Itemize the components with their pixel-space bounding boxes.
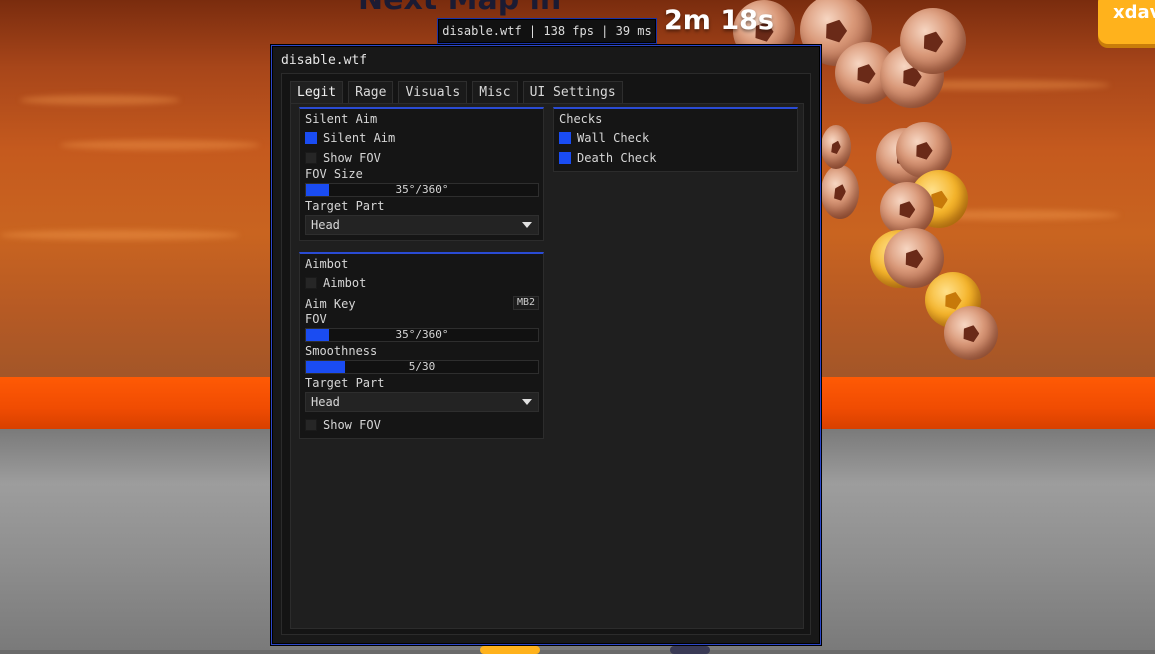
section-silent-aim: Silent Aim Silent Aim Show FOV FOV Size … [299,107,544,241]
target-part-dropdown[interactable]: Head [305,215,539,235]
menu-window[interactable]: disable.wtf Legit Rage Visuals Misc UI S… [271,45,821,645]
silent-aim-toggle[interactable]: Silent Aim [305,131,395,145]
dropdown-value: Head [311,218,340,232]
checkbox-unchecked[interactable] [305,152,317,164]
menu-body: Legit Rage Visuals Misc UI Settings Sile… [281,73,811,635]
tab-legit[interactable]: Legit [290,81,344,103]
show-fov-toggle[interactable]: Show FOV [305,418,381,432]
slider-value: 5/30 [408,360,436,373]
checkbox-checked[interactable] [559,132,571,144]
fov-slider[interactable]: 35°/360° [305,328,539,342]
target-part-label: Target Part [305,376,385,390]
aim-key-label: Aim Key [305,297,356,311]
tab-ui-settings[interactable]: UI Settings [522,81,623,103]
tab-bar: Legit Rage Visuals Misc UI Settings [290,81,628,103]
aim-key-bind[interactable]: MB2 [512,296,539,310]
watermark-bar: disable.wtf | 138 fps | 39 ms [437,18,657,44]
checkbox-label: Silent Aim [323,131,396,145]
round-timer: 2m 18s [664,5,774,36]
soccer-ball [821,125,851,169]
target-part-dropdown[interactable]: Head [305,392,539,412]
fov-label: FOV [305,312,327,326]
cloud [20,95,180,105]
tab-misc[interactable]: Misc [472,81,518,103]
hotbar-slot [480,646,540,654]
fov-size-label: FOV Size [305,167,363,181]
section-aimbot: Aimbot Aimbot Aim Key MB2 FOV 35°/360° S… [299,252,544,439]
checkbox-unchecked[interactable] [305,419,317,431]
target-part-label: Target Part [305,199,385,213]
tab-rage[interactable]: Rage [348,81,394,103]
fov-size-slider[interactable]: 35°/360° [305,183,539,197]
checkbox-label: Wall Check [577,131,650,145]
cloud [0,230,240,240]
dropdown-value: Head [311,395,340,409]
section-title: Checks [559,112,603,126]
slider-value: 35°/360° [395,328,449,341]
checkbox-checked[interactable] [559,152,571,164]
section-title: Silent Aim [305,112,378,126]
smoothness-slider[interactable]: 5/30 [305,360,539,374]
death-check-toggle[interactable]: Death Check [559,151,656,165]
checkbox-label: Show FOV [323,418,381,432]
soccer-ball [821,165,859,219]
chevron-down-icon [522,399,532,405]
checkbox-unchecked[interactable] [305,277,317,289]
hotbar-slot [670,646,710,654]
checkbox-label: Death Check [577,151,657,165]
menu-title: disable.wtf [281,53,368,68]
checkbox-checked[interactable] [305,132,317,144]
tab-content-legit: Silent Aim Silent Aim Show FOV FOV Size … [290,103,804,629]
checkbox-label: Show FOV [323,151,381,165]
corner-button-label: xdav [1113,2,1155,23]
round-info-text: Next Map in [358,0,561,17]
soccer-ball [900,8,966,74]
tab-visuals[interactable]: Visuals [398,81,468,103]
soccer-ball [944,306,998,360]
cloud [60,140,260,150]
section-title: Aimbot [305,257,349,271]
wall-check-toggle[interactable]: Wall Check [559,131,649,145]
slider-value: 35°/360° [395,183,449,196]
chevron-down-icon [522,222,532,228]
corner-button[interactable]: xdav [1098,0,1155,44]
section-checks: Checks Wall Check Death Check [553,107,798,172]
aimbot-toggle[interactable]: Aimbot [305,276,366,290]
checkbox-label: Aimbot [323,276,367,290]
smoothness-label: Smoothness [305,344,378,358]
show-fov-toggle[interactable]: Show FOV [305,151,381,165]
